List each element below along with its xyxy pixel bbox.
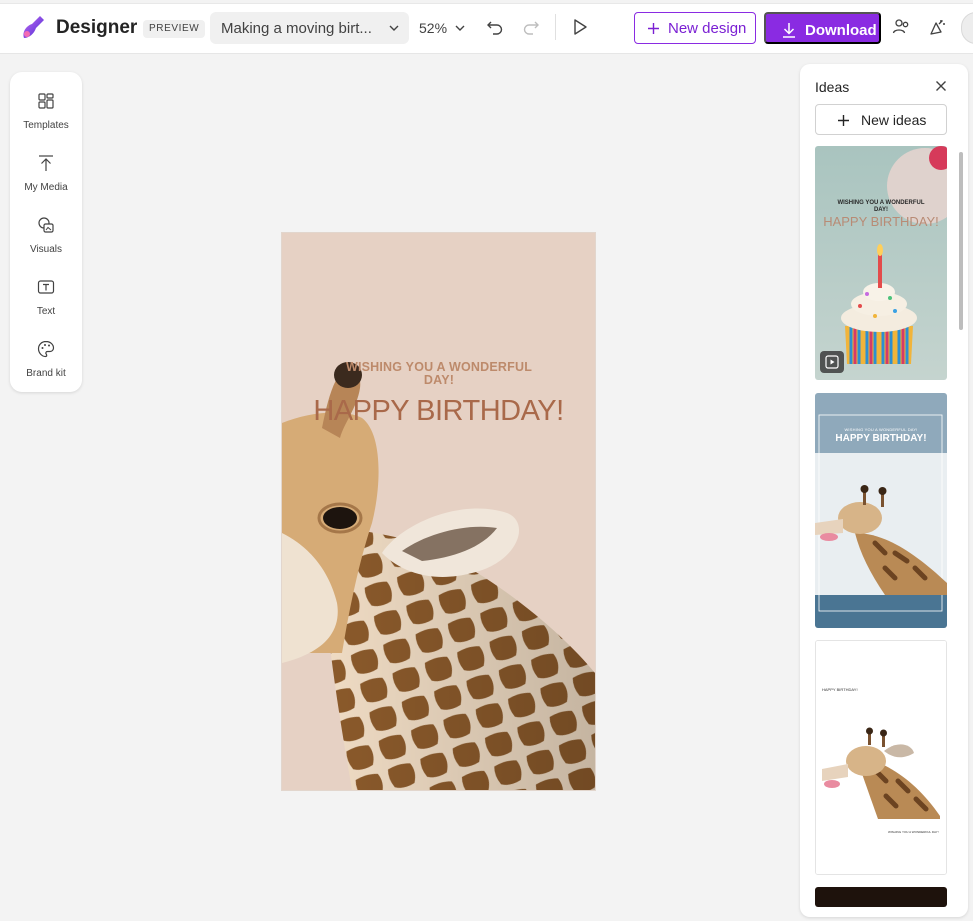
- canvas-headline[interactable]: HAPPY BIRTHDAY!: [282, 395, 595, 428]
- giraffe-photo[interactable]: [282, 233, 595, 790]
- download-button[interactable]: Download: [764, 12, 881, 44]
- sidebar-item-my-media[interactable]: My Media: [10, 146, 82, 202]
- sidebar-item-templates[interactable]: Templates: [10, 84, 82, 140]
- sidebar-item-label: Visuals: [29, 244, 63, 255]
- idea-card-headline: HAPPY BIRTHDAY!: [823, 214, 939, 229]
- chevron-down-icon: [389, 25, 399, 31]
- idea-card-blue-giraffe[interactable]: WISHING YOU A WONDERFUL DAY! HAPPY BIRTH…: [815, 393, 947, 628]
- document-title-dropdown[interactable]: Making a moving birt...: [210, 12, 409, 44]
- canvas-subtitle[interactable]: WISHING YOU A WONDERFUL DAY!: [332, 361, 546, 387]
- visuals-icon: [38, 217, 54, 233]
- upload-icon: [39, 155, 53, 171]
- sidebar-item-label: My Media: [24, 182, 68, 193]
- plus-icon: [838, 115, 849, 126]
- idea-card-subtitle: WISHING YOU A WONDERFUL DAY!: [888, 830, 939, 834]
- app-name: Designer: [56, 17, 138, 38]
- document-title: Making a moving birt...: [221, 20, 372, 37]
- templates-icon: [38, 93, 54, 109]
- zoom-chevron-down-icon[interactable]: [455, 24, 465, 32]
- palette-icon: [37, 340, 55, 358]
- download-icon: [783, 23, 795, 38]
- new-ideas-label: New ideas: [861, 112, 927, 128]
- idea-card-dark[interactable]: [815, 887, 947, 907]
- plus-icon: [648, 23, 659, 34]
- idea-card-headline: HAPPY BIRTHDAY!: [835, 433, 927, 444]
- video-badge: [820, 351, 844, 373]
- sidebar-item-label: Text: [36, 306, 56, 317]
- close-icon[interactable]: [935, 80, 947, 92]
- cupcake-photo: [815, 146, 947, 380]
- sidebar-item-label: Templates: [23, 120, 69, 131]
- magic-effects-icon[interactable]: [927, 17, 947, 37]
- sidebar-item-text[interactable]: Text: [10, 270, 82, 326]
- share-people-icon[interactable]: [891, 17, 911, 37]
- idea-card-white-giraffe[interactable]: HAPPY BIRTHDAY! WISHING YOU A WONDERFUL …: [815, 640, 947, 875]
- idea-card-cupcake[interactable]: WISHING YOU A WONDERFUL DAY! HAPPY BIRTH…: [815, 146, 947, 380]
- new-design-button[interactable]: New design: [634, 12, 756, 44]
- sidebar-item-label: Brand kit: [26, 368, 66, 379]
- redo-icon[interactable]: [521, 17, 541, 37]
- left-rail: Templates My Media Visuals Text Brand ki…: [10, 72, 82, 392]
- ideas-scrollbar[interactable]: [959, 152, 963, 330]
- idea-card-subtitle: WISHING YOU A WONDERFUL DAY!: [844, 427, 918, 432]
- sidebar-item-brand-kit[interactable]: Brand kit: [10, 332, 82, 388]
- idea-card-headline: HAPPY BIRTHDAY!: [822, 687, 858, 692]
- avatar[interactable]: [961, 12, 973, 44]
- preview-badge: PREVIEW: [143, 20, 206, 38]
- new-design-label: New design: [668, 20, 747, 37]
- play-icon[interactable]: [570, 17, 590, 37]
- window-edge: [0, 0, 973, 4]
- idea-card-subtitle: WISHING YOU A WONDERFUL DAY!: [837, 200, 925, 213]
- top-bar: Designer PREVIEW Making a moving birt...…: [0, 0, 973, 54]
- zoom-level[interactable]: 52%: [419, 20, 447, 36]
- giraffe-photo: [816, 641, 946, 874]
- designer-logo-icon[interactable]: [20, 14, 46, 42]
- download-label: Download: [805, 22, 877, 39]
- text-icon: [37, 280, 55, 294]
- sidebar-item-visuals[interactable]: Visuals: [10, 208, 82, 264]
- undo-icon[interactable]: [485, 17, 505, 37]
- design-canvas[interactable]: WISHING YOU A WONDERFUL DAY! HAPPY BIRTH…: [282, 233, 595, 790]
- ideas-title: Ideas: [815, 79, 850, 95]
- toolbar-divider: [555, 14, 556, 40]
- new-ideas-button[interactable]: New ideas: [815, 104, 947, 135]
- video-icon: [825, 355, 839, 369]
- ideas-panel: Ideas New ideas WISHING YOU A WONDERFUL …: [800, 64, 968, 917]
